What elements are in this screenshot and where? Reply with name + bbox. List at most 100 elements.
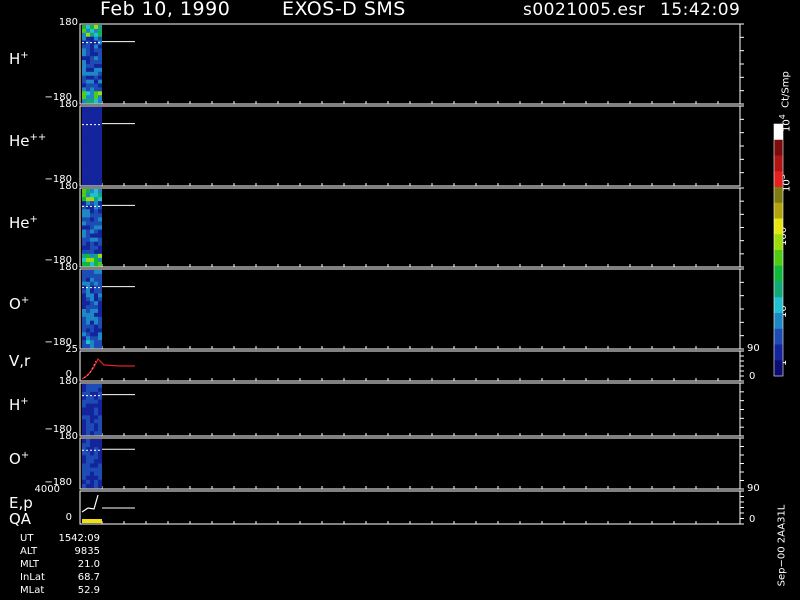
spectrogram-cell (82, 289, 86, 294)
spectrogram-cell (90, 114, 94, 119)
spectrogram-cell (90, 181, 94, 186)
spectrogram-cell (98, 44, 102, 49)
spectrogram-cell (82, 451, 86, 456)
spectrogram-cell (82, 32, 86, 37)
spectrogram-cell (90, 305, 94, 310)
spectrogram-cell (90, 451, 94, 456)
spectrogram-cell (90, 309, 94, 314)
spectrogram-cell (90, 261, 94, 267)
colorbar-swatch (774, 265, 783, 282)
spectrogram-cell (98, 407, 102, 412)
spectrogram-cell (86, 270, 90, 275)
spectrogram-cell (94, 134, 98, 139)
spectrogram-cell (86, 44, 90, 49)
spectrogram-cell (82, 130, 86, 135)
spectrogram-cell (82, 205, 86, 210)
spectrogram-cell (90, 289, 94, 294)
spectrogram-cell (94, 71, 98, 76)
spectrogram-cell (82, 459, 86, 464)
spectrogram-cell (98, 32, 102, 37)
spectrogram-cell (90, 229, 94, 234)
spectrogram-cell (98, 110, 102, 116)
spectrogram-cell (90, 277, 94, 282)
spectrogram-cell (86, 161, 90, 166)
ephemeris-value: 68.7 (77, 572, 100, 583)
spectrogram-cell (90, 419, 94, 424)
spectrogram-cell (94, 165, 98, 170)
panel-frame (79, 490, 741, 525)
spectrogram-cell (90, 439, 94, 444)
spectrogram-cell (82, 270, 86, 275)
spectrogram-cell (82, 241, 86, 247)
spectrogram-cell (82, 297, 86, 302)
spectrogram-cell (98, 157, 102, 162)
spectrogram-cell (90, 471, 94, 477)
spectrogram-cell (90, 217, 94, 222)
spectrogram-cell (82, 107, 86, 112)
spectrogram-cell (90, 149, 94, 155)
spectrogram-cell (82, 395, 86, 400)
spectrogram-cell (90, 79, 94, 84)
spectrogram-cell (94, 277, 98, 282)
spectrogram-cell (82, 146, 86, 151)
spectrogram-cell (82, 201, 86, 206)
spectrogram-cell (90, 110, 94, 116)
spectrogram-cell (90, 423, 94, 428)
spectrogram-cell (90, 336, 94, 341)
spectrogram-cell (98, 161, 102, 166)
spectrogram-cell (86, 181, 90, 186)
spectrogram-cell (82, 126, 86, 131)
spectrogram-cell (86, 332, 90, 337)
spectrogram-cell (86, 419, 90, 424)
spectrogram-cell (86, 407, 90, 412)
spectrogram-cell (86, 221, 90, 226)
spectrogram-cell (82, 344, 86, 349)
spectrogram-cell (94, 316, 98, 321)
spectrogram-cell (98, 471, 102, 477)
spectrogram-cell (82, 28, 86, 34)
spectrogram-cell (94, 114, 98, 119)
spectrogram-cell (98, 95, 102, 100)
spectrogram-cell (94, 233, 98, 238)
spectrogram-cell (94, 229, 98, 234)
spectrogram-cell (82, 189, 86, 194)
spectrogram-cell (94, 403, 98, 408)
spectrogram-cell (98, 483, 102, 489)
spectrogram-cell (86, 229, 90, 234)
spectrogram-cell (82, 249, 86, 255)
spectrogram-cell (98, 118, 102, 123)
spectrogram-cell (94, 459, 98, 464)
spectrogram-cell (82, 173, 86, 178)
spectrogram-cell (86, 114, 90, 119)
spectrogram-cell (90, 25, 94, 30)
spectrogram-cell (82, 229, 86, 234)
spectrogram-cell (98, 439, 102, 444)
spectrogram-cell (94, 181, 98, 186)
spectrogram-cell (90, 293, 94, 298)
spectrogram-cell (86, 79, 90, 84)
spectrogram-cell (94, 257, 98, 263)
spectrogram-cell (94, 423, 98, 428)
spectrogram-cell (98, 99, 102, 104)
spectrogram-cell (90, 431, 94, 436)
spectrogram-cell (98, 309, 102, 314)
spectrogram-cell (90, 87, 94, 92)
spectrogram-cell (86, 134, 90, 139)
spectrogram-cell (86, 261, 90, 267)
spectrogram-cell (86, 301, 90, 306)
spectrogram-cell (90, 316, 94, 321)
spectrogram-cell (94, 32, 98, 37)
spectrogram-cell (90, 36, 94, 41)
spectrogram-cell (82, 387, 86, 393)
spectrogram-cell (86, 177, 90, 182)
spectrogram-cell (90, 32, 94, 37)
spectrogram-cell (90, 83, 94, 88)
spectrogram-cell (86, 71, 90, 76)
spectrogram-cell (94, 217, 98, 222)
spectrogram-cell (82, 443, 86, 448)
spectrogram-cell (86, 253, 90, 259)
spectrogram-cell (86, 87, 90, 92)
ephemeris-label: ALT (20, 546, 38, 557)
spectrogram-cell (86, 225, 90, 230)
spectrogram-cell (86, 64, 90, 69)
